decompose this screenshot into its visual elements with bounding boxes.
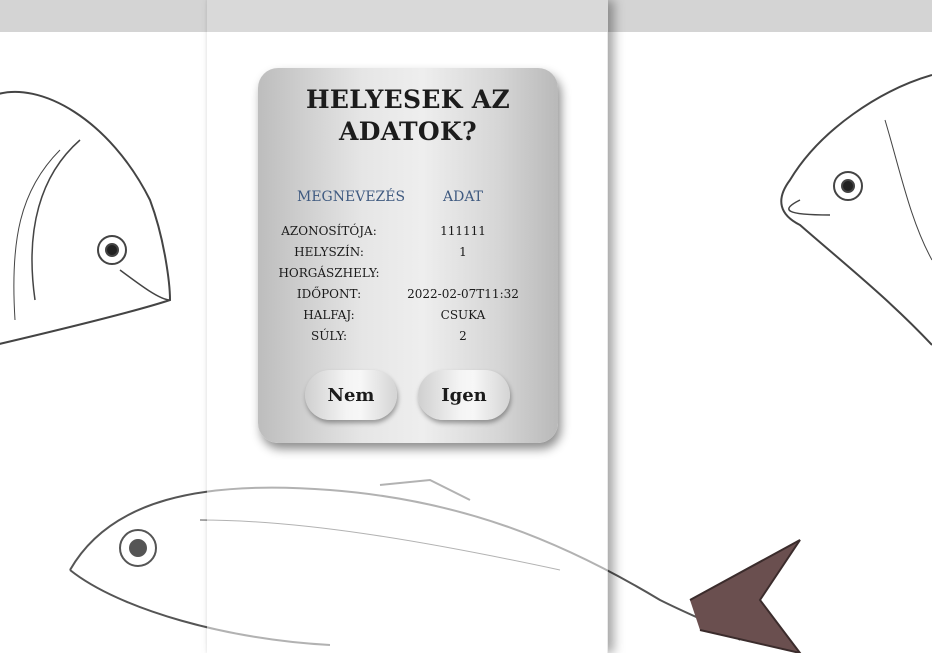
row-label: AZONOSÍTÓJA: [281,224,377,238]
row-value: 2022-02-07T11:32 [407,287,519,301]
no-button[interactable]: Nem [305,370,397,420]
row-label: SÚLY: [310,329,348,343]
yes-button[interactable]: Igen [418,370,510,420]
dialog-title-text: HELYESEK AZ ADATOK? [305,85,511,146]
center-panel-bar [207,0,607,32]
fish-illustration-left-icon [0,90,172,345]
row-label: HALFAJ: [303,308,355,322]
row-value: CSUKA [440,308,486,322]
dialog-title: HELYESEK AZ ADATOK? [258,84,558,148]
row-value: 1 [459,245,467,259]
row-value: 111111 [440,224,486,238]
confirm-dialog: HELYESEK AZ ADATOK? MEGNEVEZÉS ADAT AZON… [258,68,558,443]
fish-illustration-right-icon [780,74,932,346]
column-header-data: ADAT [443,189,484,205]
row-label: HORGÁSZHELY: [278,266,380,280]
column-header-name: MEGNEVEZÉS [297,189,406,205]
row-label: IDŐPONT: [296,287,362,301]
row-value: 2 [459,329,467,343]
row-label: HELYSZÍN: [294,245,364,259]
